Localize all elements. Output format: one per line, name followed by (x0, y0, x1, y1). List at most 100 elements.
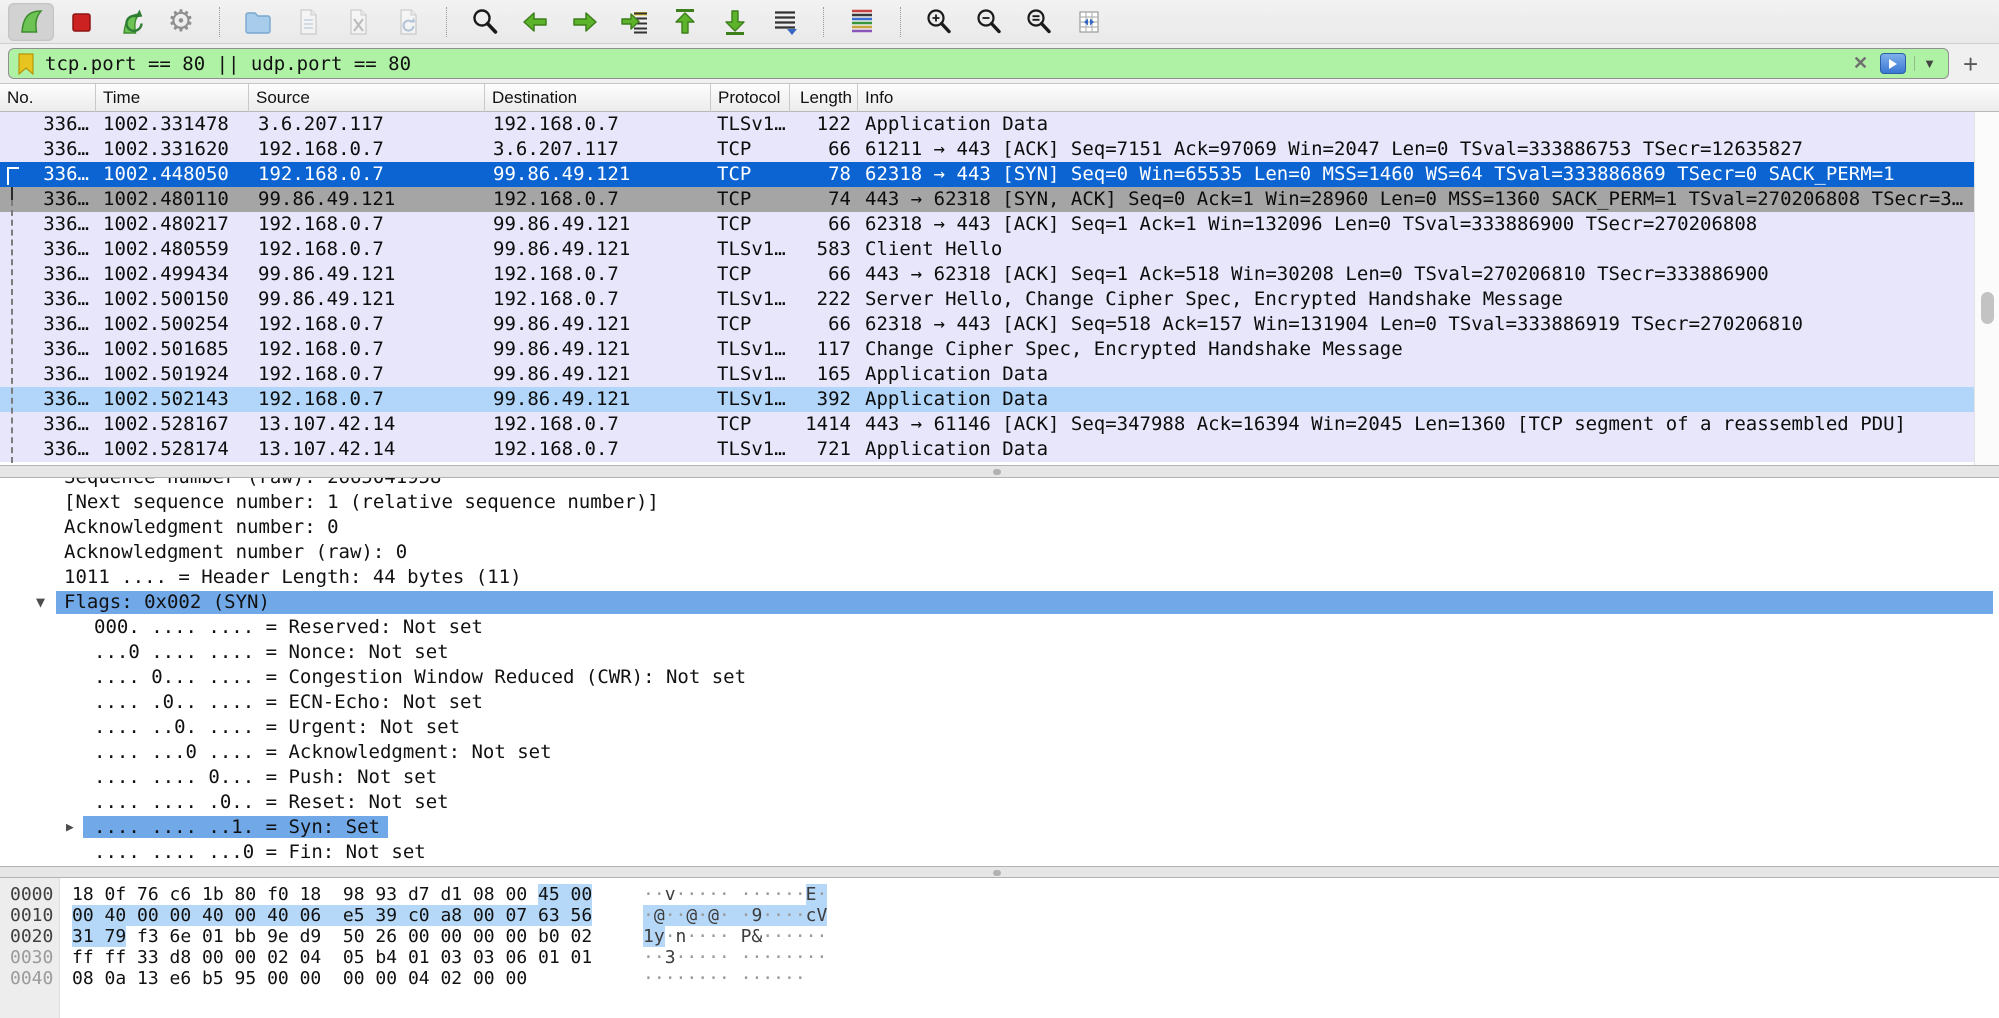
cell-protocol: TLSv1… (711, 337, 790, 362)
column-header-no[interactable]: No. (0, 84, 96, 112)
hex-row[interactable]: 001000 40 00 00 40 00 40 06 e5 39 c0 a8 … (0, 905, 1999, 926)
cell-time: 1002.501924 (96, 362, 249, 387)
cell-length: 392 (790, 387, 858, 412)
hex-ascii[interactable]: ··3····· ········ (643, 947, 827, 968)
cell-no: 336… (0, 287, 96, 312)
display-filter-input[interactable]: tcp.port == 80 || udp.port == 80 ✕ ▼ (8, 48, 1949, 79)
auto-scroll-icon[interactable] (762, 3, 808, 41)
filter-expression-text[interactable]: tcp.port == 80 || udp.port == 80 (45, 53, 1845, 75)
add-filter-button[interactable]: + (1963, 51, 1978, 77)
packet-row[interactable]: 336…1002.501685192.168.0.799.86.49.121TL… (0, 337, 1974, 362)
hex-row[interactable]: 000018 0f 76 c6 1b 80 f0 18 98 93 d7 d1 … (0, 884, 1999, 905)
cell-protocol: TCP (711, 162, 790, 187)
packet-list-scrollbar[interactable] (1974, 112, 1999, 465)
column-header-protocol[interactable]: Protocol (711, 84, 790, 112)
close-file-icon (335, 3, 381, 41)
cell-source: 13.107.42.14 (249, 437, 485, 462)
start-capture-fin-icon[interactable] (8, 3, 54, 41)
collapse-expander-icon[interactable]: ▼ (36, 590, 45, 615)
pane-splitter-bottom[interactable] (0, 866, 1999, 878)
packet-row[interactable]: 336…1002.448050192.168.0.799.86.49.121TC… (0, 162, 1974, 187)
packet-row[interactable]: 336…1002.48011099.86.49.121192.168.0.7TC… (0, 187, 1974, 212)
packet-row[interactable]: 336…1002.500254192.168.0.799.86.49.121TC… (0, 312, 1974, 337)
resize-columns-icon[interactable] (1066, 3, 1112, 41)
zoom-out-icon[interactable] (966, 3, 1012, 41)
splitter-grip[interactable] (993, 469, 1001, 475)
cell-protocol: TLSv1… (711, 437, 790, 462)
hex-row[interactable]: 002031 79 f3 6e 01 bb 9e d9 50 26 00 00 … (0, 926, 1999, 947)
detail-line[interactable]: 000. .... .... = Reserved: Not set (0, 615, 1999, 640)
packet-row[interactable]: 336…1002.331620192.168.0.73.6.207.117TCP… (0, 137, 1974, 162)
detail-line[interactable]: .... ...0 .... = Acknowledgment: Not set (0, 740, 1999, 765)
detail-line[interactable]: .... 0... .... = Congestion Window Reduc… (0, 665, 1999, 690)
hex-bytes[interactable]: ff ff 33 d8 00 00 02 04 05 b4 01 03 03 0… (72, 947, 643, 968)
capture-options-gear-icon[interactable]: ⚙ (158, 3, 204, 41)
scrollbar-thumb[interactable] (1981, 292, 1994, 324)
previous-packet-icon[interactable] (512, 3, 558, 41)
hex-ascii[interactable]: ·@··@·@· ·9····cV (643, 905, 827, 926)
packet-row[interactable]: 336…1002.50015099.86.49.121192.168.0.7TL… (0, 287, 1974, 312)
zoom-original-icon[interactable] (1016, 3, 1062, 41)
packet-row[interactable]: 336…1002.480559192.168.0.799.86.49.121TL… (0, 237, 1974, 262)
cell-info: 443 → 62318 [SYN, ACK] Seq=0 Ack=1 Win=2… (858, 187, 1974, 212)
column-header-time[interactable]: Time (96, 84, 249, 112)
packet-row[interactable]: 336…1002.3314783.6.207.117192.168.0.7TLS… (0, 112, 1974, 137)
filter-dropdown-icon[interactable]: ▼ (1914, 56, 1940, 71)
detail-line[interactable]: ▶.... .... ..1. = Syn: Set (0, 815, 1999, 840)
restart-capture-icon[interactable] (108, 3, 154, 41)
bookmark-icon[interactable] (17, 53, 35, 75)
column-header-source[interactable]: Source (249, 84, 485, 112)
packet-row[interactable]: 336…1002.501924192.168.0.799.86.49.121TL… (0, 362, 1974, 387)
zoom-in-icon[interactable] (916, 3, 962, 41)
apply-filter-icon[interactable] (1880, 53, 1906, 74)
column-header-info[interactable]: Info (858, 84, 1999, 112)
hex-ascii[interactable]: ··v····· ······E· (643, 884, 827, 905)
colorize-packets-icon[interactable] (839, 3, 885, 41)
cell-info: Server Hello, Change Cipher Spec, Encryp… (858, 287, 1974, 312)
detail-line[interactable]: .... ..0. .... = Urgent: Not set (0, 715, 1999, 740)
cell-info: Change Cipher Spec, Encrypted Handshake … (858, 337, 1974, 362)
clear-filter-icon[interactable]: ✕ (1845, 53, 1876, 74)
hex-row[interactable]: 0030ff ff 33 d8 00 00 02 04 05 b4 01 03 … (0, 947, 1999, 968)
column-header-length[interactable]: Length (790, 84, 858, 112)
cell-protocol: TCP (711, 262, 790, 287)
cell-no: 336… (0, 262, 96, 287)
hex-bytes[interactable]: 18 0f 76 c6 1b 80 f0 18 98 93 d7 d1 08 0… (72, 884, 643, 905)
detail-line[interactable]: .... .0.. .... = ECN-Echo: Not set (0, 690, 1999, 715)
packet-row[interactable]: 336…1002.49943499.86.49.121192.168.0.7TC… (0, 262, 1974, 287)
detail-line[interactable]: .... .... .0.. = Reset: Not set (0, 790, 1999, 815)
packet-row[interactable]: 336…1002.502143192.168.0.799.86.49.121TL… (0, 387, 1974, 412)
column-header-destination[interactable]: Destination (485, 84, 711, 112)
expand-expander-icon[interactable]: ▶ (66, 815, 74, 840)
hex-bytes[interactable]: 08 0a 13 e6 b5 95 00 00 00 00 04 02 00 0… (72, 968, 643, 989)
stop-capture-icon[interactable] (58, 3, 104, 41)
detail-line[interactable]: [Next sequence number: 1 (relative seque… (0, 490, 1999, 515)
splitter-grip[interactable] (993, 870, 1001, 876)
cell-source: 192.168.0.7 (249, 337, 485, 362)
detail-line[interactable]: ...0 .... .... = Nonce: Not set (0, 640, 1999, 665)
hex-bytes[interactable]: 31 79 f3 6e 01 bb 9e d9 50 26 00 00 00 0… (72, 926, 643, 947)
hex-bytes[interactable]: 00 40 00 00 40 00 40 06 e5 39 c0 a8 00 0… (72, 905, 643, 926)
last-packet-icon[interactable] (712, 3, 758, 41)
next-packet-icon[interactable] (562, 3, 608, 41)
hex-ascii[interactable]: ········ ······ (643, 968, 806, 989)
hex-row[interactable]: 004008 0a 13 e6 b5 95 00 00 00 00 04 02 … (0, 968, 1999, 989)
packet-row[interactable]: 336…1002.480217192.168.0.799.86.49.121TC… (0, 212, 1974, 237)
open-file-icon[interactable] (235, 3, 281, 41)
detail-line[interactable]: .... .... ...0 = Fin: Not set (0, 840, 1999, 865)
detail-line[interactable]: 1011 .... = Header Length: 44 bytes (11) (0, 565, 1999, 590)
detail-line[interactable]: .... .... 0... = Push: Not set (0, 765, 1999, 790)
detail-line[interactable]: Sequence number (raw): 2665041958 (0, 478, 1999, 490)
pane-splitter-top[interactable] (0, 465, 1999, 478)
cell-no: 336… (0, 337, 96, 362)
detail-line[interactable]: ▼Flags: 0x002 (SYN) (0, 590, 1999, 615)
packet-row[interactable]: 336…1002.52816713.107.42.14192.168.0.7TC… (0, 412, 1974, 437)
detail-line[interactable]: Acknowledgment number (raw): 0 (0, 540, 1999, 565)
hex-ascii[interactable]: 1y·n···· P&······ (643, 926, 827, 947)
find-packet-icon[interactable] (462, 3, 508, 41)
first-packet-icon[interactable] (662, 3, 708, 41)
detail-line[interactable]: Acknowledgment number: 0 (0, 515, 1999, 540)
packet-row[interactable]: 336…1002.52817413.107.42.14192.168.0.7TL… (0, 437, 1974, 462)
cell-destination: 192.168.0.7 (485, 187, 711, 212)
go-to-packet-icon[interactable] (612, 3, 658, 41)
